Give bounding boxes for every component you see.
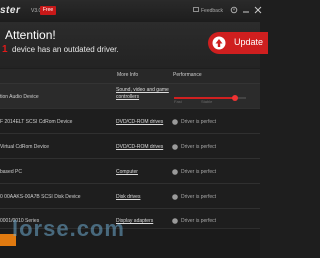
- table-row[interactable]: Virtual CdRom Device DVD/CD-ROM drives D…: [0, 134, 260, 159]
- update-arrow-icon: [212, 36, 226, 50]
- minimize-icon[interactable]: [242, 6, 250, 14]
- device-category-link[interactable]: Disk drives: [116, 194, 140, 200]
- outdated-count: 1: [2, 44, 8, 55]
- check-icon: [172, 194, 178, 200]
- feedback-link[interactable]: Feedback: [201, 8, 223, 14]
- restore-icon[interactable]: [230, 6, 238, 14]
- close-icon[interactable]: [254, 6, 262, 14]
- table-row[interactable]: 0 00AAKS-00A7B SCSI Disk Device Disk dri…: [0, 184, 260, 209]
- check-icon: [172, 218, 178, 224]
- device-name: tion Audio Device: [0, 94, 39, 100]
- update-label: Update: [234, 37, 264, 47]
- device-category-link[interactable]: DVD/CD-ROM drives: [116, 144, 163, 150]
- check-icon: [172, 169, 178, 175]
- device-category-link[interactable]: DVD/CD-ROM drives: [116, 119, 163, 125]
- device-name: Virtual CdRom Device: [0, 144, 50, 150]
- driver-status: Driver is perfect: [181, 144, 217, 150]
- watermark-text: lorse.com: [12, 216, 125, 241]
- outdated-message: device has an outdated driver.: [12, 45, 119, 54]
- driver-status: Driver is perfect: [181, 119, 217, 125]
- attention-title: Attention!: [5, 28, 56, 42]
- driver-status: Driver is perfect: [181, 218, 217, 224]
- driver-status: Driver is perfect: [181, 169, 217, 175]
- performance-slider-handle[interactable]: [232, 95, 238, 101]
- check-icon: [172, 144, 178, 150]
- feedback-icon[interactable]: [193, 7, 199, 13]
- table-row[interactable]: F 2014ELT SCSI CdRom Device DVD/CD-ROM d…: [0, 109, 260, 134]
- table-row[interactable]: based PC Computer Driver is perfect: [0, 159, 260, 184]
- device-name: based PC: [0, 169, 22, 175]
- performance-scale-fast: Fast: [174, 99, 182, 104]
- device-category-link[interactable]: Computer: [116, 169, 138, 175]
- performance-scale-stable: Stable: [201, 99, 213, 104]
- check-icon: [172, 119, 178, 125]
- app-name: ster: [0, 5, 21, 16]
- column-more-info: More Info: [117, 72, 139, 78]
- update-button[interactable]: Update: [208, 32, 268, 54]
- device-category-link[interactable]: Sound, video and game controllers: [116, 87, 171, 101]
- column-performance: Performance: [173, 72, 202, 78]
- device-name: 0 00AAKS-00A7B SCSI Disk Device: [0, 194, 81, 200]
- device-name: F 2014ELT SCSI CdRom Device: [0, 119, 73, 125]
- driver-status: Driver is perfect: [181, 194, 217, 200]
- free-badge: Free: [40, 6, 56, 15]
